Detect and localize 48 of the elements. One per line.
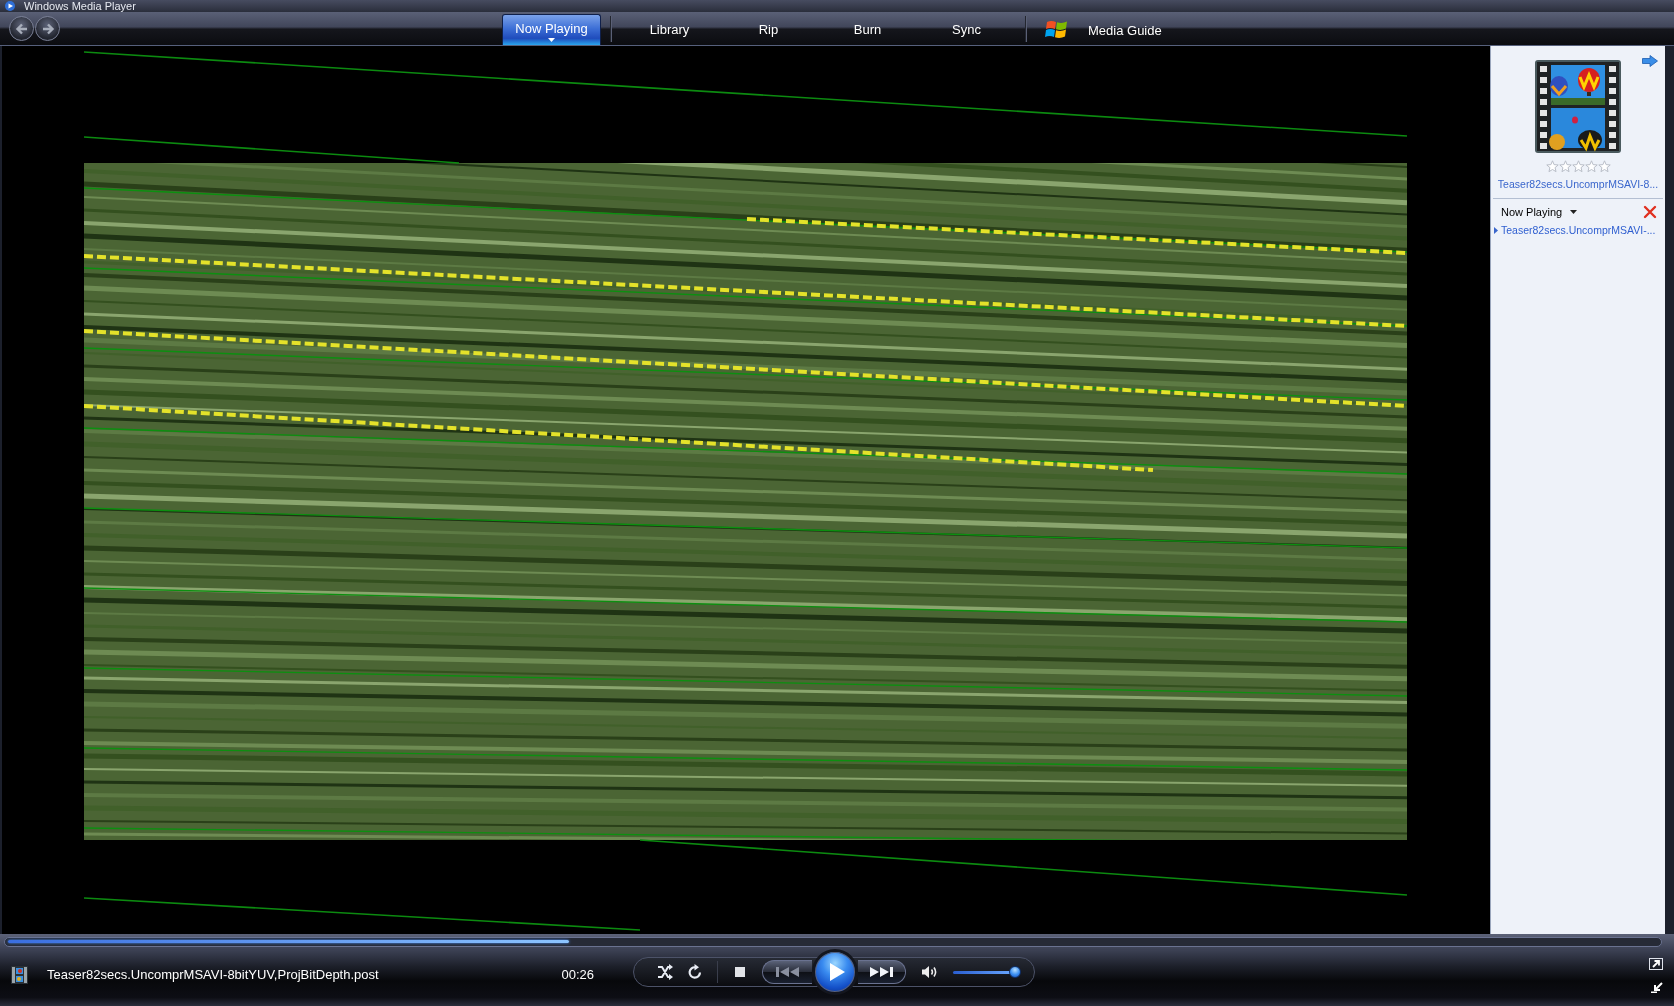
repeat-button[interactable]: [687, 964, 703, 980]
mute-button[interactable]: [922, 965, 938, 979]
playlist-menu[interactable]: Now Playing: [1501, 205, 1578, 219]
nav-tab[interactable]: Rip: [719, 14, 818, 45]
star-rating[interactable]: [1545, 160, 1611, 173]
play-icon: [828, 963, 845, 981]
elapsed-time: 00:26: [561, 967, 594, 983]
star-icon[interactable]: [1545, 160, 1559, 173]
nav-tab[interactable]: Burn: [818, 14, 917, 45]
nav-tab[interactable]: Now Playing: [502, 14, 601, 45]
flag-logo-icon: [1045, 18, 1068, 39]
shuffle-icon: [657, 964, 673, 980]
media-guide-tab[interactable]: Media Guide: [1088, 22, 1162, 38]
left-arrow-icon: [14, 22, 29, 35]
repeat-icon: [687, 964, 703, 980]
forward-button[interactable]: [35, 16, 60, 41]
nav-tab[interactable]: Sync: [917, 14, 1016, 45]
media-title-link[interactable]: Teaser82secs.UncomprMSAVI-8...: [1497, 178, 1659, 191]
playing-marker-icon: [1494, 227, 1498, 234]
caret-icon: [548, 38, 555, 42]
seek-bar[interactable]: [4, 937, 1662, 947]
nav-tab[interactable]: Library: [620, 14, 719, 45]
caret-icon: [1570, 210, 1578, 214]
star-icon[interactable]: [1571, 160, 1585, 173]
file-name: Teaser82secs.UncomprMSAVI-8bitYUV,ProjBitDepth.post: [47, 967, 380, 983]
back-button[interactable]: [9, 16, 34, 41]
right-arrow-icon: [40, 22, 55, 35]
previous-button[interactable]: [762, 960, 812, 984]
play-button[interactable]: [812, 949, 858, 995]
stop-icon: [735, 967, 745, 977]
volume-slider[interactable]: [953, 966, 1020, 978]
star-icon[interactable]: [1558, 160, 1572, 173]
shuffle-button[interactable]: [657, 964, 673, 980]
previous-icon: [776, 966, 799, 978]
next-icon: [870, 966, 893, 978]
arrow-box-icon[interactable]: [1649, 957, 1663, 970]
cross-icon[interactable]: [1643, 205, 1657, 219]
volume-thumb[interactable]: [1008, 966, 1021, 978]
film-strip-icon: [11, 966, 28, 984]
right-arrow-icon[interactable]: [1642, 55, 1658, 67]
star-icon[interactable]: [1597, 160, 1611, 173]
speaker-icon: [922, 965, 938, 979]
next-button[interactable]: [858, 960, 906, 984]
down-left-arrow-icon[interactable]: [1651, 981, 1663, 993]
star-icon[interactable]: [1584, 160, 1598, 173]
playlist-item[interactable]: Teaser82secs.UncomprMSAVI-...: [1501, 224, 1656, 237]
window-title: Windows Media Player: [24, 0, 136, 12]
app-logo-icon: [5, 1, 15, 11]
